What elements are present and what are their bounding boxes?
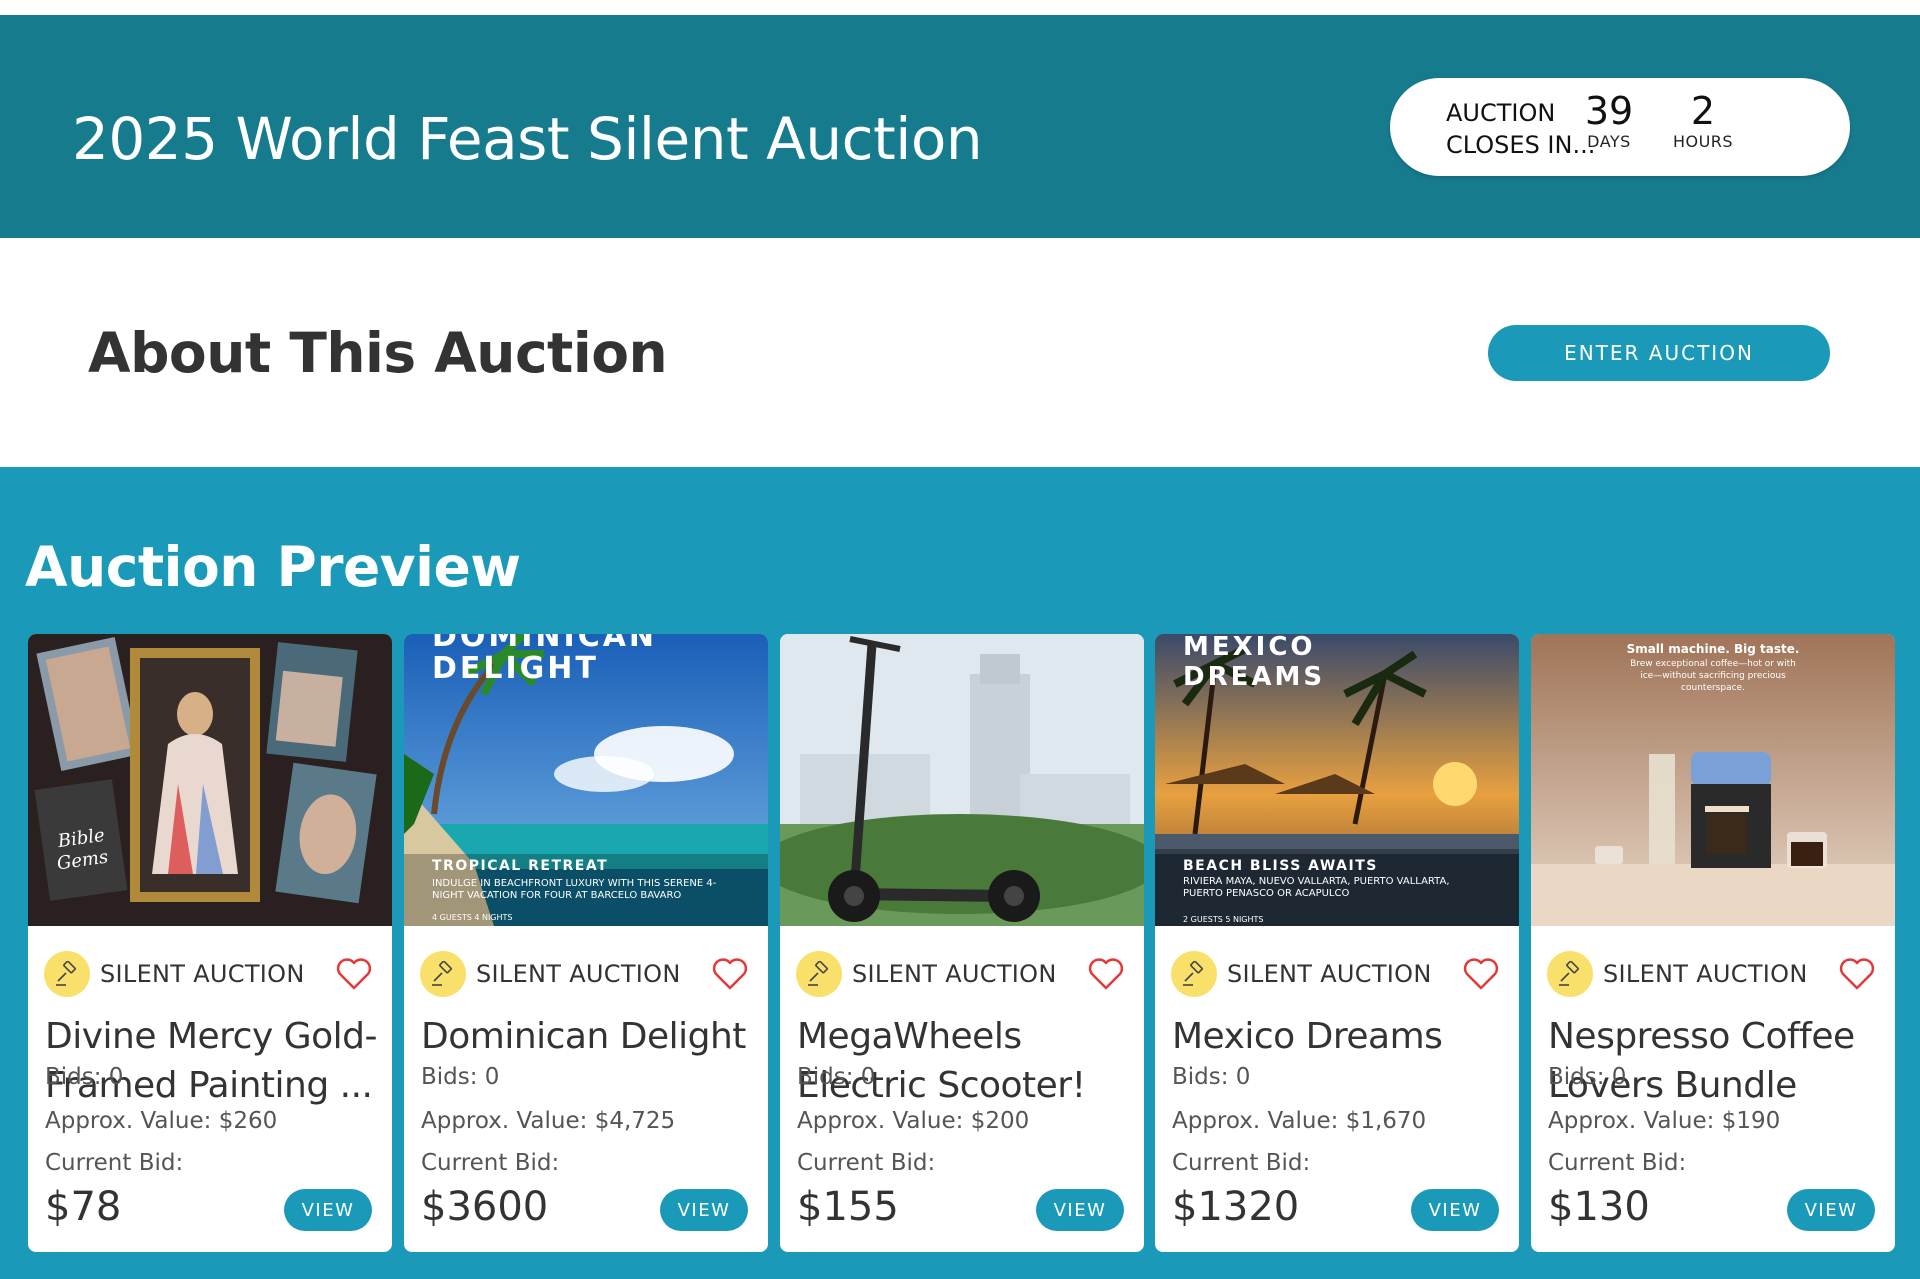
item-type-label: SILENT AUCTION: [852, 960, 1057, 988]
current-bid-label: Current Bid:: [797, 1150, 936, 1176]
item-type: SILENT AUCTION: [796, 951, 1057, 997]
item-image-resort[interactable]: MEXICO DREAMS BEACH BLISS AWAITS RIVIERA…: [1155, 634, 1519, 926]
item-approx-value: Approx. Value: $4,725: [421, 1108, 676, 1134]
item-image-painting[interactable]: Bible Gems: [28, 634, 392, 926]
image-description: INDULGE IN BEACHFRONT LUXURY WITH THIS S…: [432, 878, 717, 901]
item-type-label: SILENT AUCTION: [1603, 960, 1808, 988]
days-label: DAYS: [1587, 132, 1631, 151]
item-approx-value: Approx. Value: $260: [45, 1108, 278, 1134]
current-bid-price: $1320: [1172, 1184, 1300, 1230]
preview-title: Auction Preview: [25, 535, 521, 599]
item-bids: Bids: 0: [797, 1064, 876, 1090]
image-subheading: BEACH BLISS AWAITS: [1183, 858, 1378, 874]
current-bid-label: Current Bid:: [421, 1150, 560, 1176]
item-type-label: SILENT AUCTION: [100, 960, 305, 988]
hours-value: 2: [1690, 89, 1716, 133]
favorite-heart-icon[interactable]: [1837, 954, 1877, 994]
current-bid-label: Current Bid:: [1172, 1150, 1311, 1176]
view-button[interactable]: VIEW: [284, 1189, 372, 1231]
item-title: Mexico Dreams: [1172, 1016, 1443, 1057]
item-image-scooter[interactable]: [780, 634, 1144, 926]
view-button[interactable]: VIEW: [1036, 1189, 1124, 1231]
item-image-coffee-machine[interactable]: Small machine. Big taste. Brew exception…: [1531, 634, 1895, 926]
item-type: SILENT AUCTION: [420, 951, 681, 997]
favorite-heart-icon[interactable]: [1086, 954, 1126, 994]
favorite-heart-icon[interactable]: [710, 954, 750, 994]
favorite-heart-icon[interactable]: [334, 954, 374, 994]
current-bid-label: Current Bid:: [45, 1150, 184, 1176]
item-approx-value: Approx. Value: $200: [797, 1108, 1030, 1134]
current-bid-price: $78: [45, 1184, 122, 1230]
countdown-days: 39 DAYS: [1564, 90, 1654, 151]
item-title: Dominican Delight: [421, 1016, 746, 1057]
item-type: SILENT AUCTION: [1171, 951, 1432, 997]
about-section: About This Auction ENTER AUCTION: [0, 238, 1920, 467]
gavel-icon: [1547, 951, 1593, 997]
image-description: Brew exceptional coffee—hot or with ice—…: [1630, 659, 1796, 693]
image-stats: 4 GUESTS 4 NIGHTS: [432, 913, 513, 922]
gavel-icon: [796, 951, 842, 997]
view-button[interactable]: VIEW: [1787, 1189, 1875, 1231]
current-bid-label: Current Bid:: [1548, 1150, 1687, 1176]
item-title: MegaWheels Electric Scooter!: [797, 1016, 1086, 1106]
image-headline-2: DREAMS: [1183, 662, 1326, 692]
item-type-label: SILENT AUCTION: [476, 960, 681, 988]
item-bids: Bids: 0: [421, 1064, 500, 1090]
current-bid-price: $130: [1548, 1184, 1650, 1230]
hours-label: HOURS: [1672, 132, 1734, 151]
view-button[interactable]: VIEW: [660, 1189, 748, 1231]
gavel-icon: [1171, 951, 1217, 997]
about-title: About This Auction: [88, 321, 668, 385]
item-type-label: SILENT AUCTION: [1227, 960, 1432, 988]
page-title: 2025 World Feast Silent Auction: [72, 105, 983, 173]
auction-card-divine-mercy[interactable]: Bible Gems SILENT AUCTION Divine Mercy G…: [28, 634, 392, 1252]
image-subheading: TROPICAL RETREAT: [432, 858, 609, 874]
auction-header: 2025 World Feast Silent Auction AUCTION …: [0, 15, 1920, 238]
auction-card-mexico-dreams[interactable]: MEXICO DREAMS BEACH BLISS AWAITS RIVIERA…: [1155, 634, 1519, 1252]
item-type: SILENT AUCTION: [1547, 951, 1808, 997]
image-description: RIVIERA MAYA, NUEVO VALLARTA, PUERTO VAL…: [1183, 876, 1450, 899]
item-title: Divine Mercy Gold-Framed Painting ...: [45, 1016, 377, 1106]
item-title: Nespresso Coffee Lovers Bundle: [1548, 1016, 1855, 1106]
item-approx-value: Approx. Value: $190: [1548, 1108, 1781, 1134]
image-headline-1: Small machine. Big taste.: [1626, 642, 1800, 656]
item-type: SILENT AUCTION: [44, 951, 305, 997]
favorite-heart-icon[interactable]: [1461, 954, 1501, 994]
item-bids: Bids: 0: [1172, 1064, 1251, 1090]
item-bids: Bids: 0: [45, 1064, 124, 1090]
enter-auction-button[interactable]: ENTER AUCTION: [1488, 325, 1830, 381]
image-stats: 2 GUESTS 5 NIGHTS: [1183, 915, 1264, 924]
gavel-icon: [44, 951, 90, 997]
item-image-beach[interactable]: DOMINICAN DELIGHT TROPICAL RETREAT INDUL…: [404, 634, 768, 926]
top-strip: [0, 0, 1920, 15]
current-bid-price: $155: [797, 1184, 899, 1230]
image-headline-2: DELIGHT: [432, 651, 599, 686]
view-button[interactable]: VIEW: [1411, 1189, 1499, 1231]
countdown-widget: AUCTION CLOSES IN... 39 DAYS 2 HOURS: [1390, 78, 1850, 176]
current-bid-price: $3600: [421, 1184, 549, 1230]
auction-card-dominican-delight[interactable]: DOMINICAN DELIGHT TROPICAL RETREAT INDUL…: [404, 634, 768, 1252]
auction-preview-section: Auction Preview Bible Gems SILENT AUCTIO…: [0, 467, 1920, 1279]
gavel-icon: [420, 951, 466, 997]
auction-card-nespresso-bundle[interactable]: Small machine. Big taste. Brew exception…: [1531, 634, 1895, 1252]
auction-card-megawheels-scooter[interactable]: SILENT AUCTION MegaWheels Electric Scoot…: [780, 634, 1144, 1252]
countdown-hours: 2 HOURS: [1658, 90, 1748, 151]
days-value: 39: [1584, 89, 1634, 133]
item-approx-value: Approx. Value: $1,670: [1172, 1108, 1427, 1134]
item-bids: Bids: 0: [1548, 1064, 1627, 1090]
